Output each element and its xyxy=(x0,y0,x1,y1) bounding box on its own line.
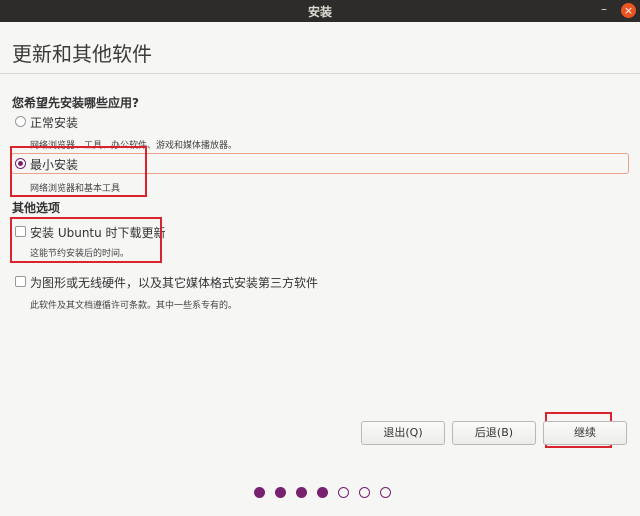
quit-button[interactable]: 退出(Q) xyxy=(361,421,445,445)
normal-install-label[interactable]: 正常安装 xyxy=(30,114,78,131)
minimal-install-highlight-box xyxy=(10,146,147,197)
progress-dot xyxy=(380,487,391,498)
continue-button[interactable]: 继续 xyxy=(543,421,627,445)
page-title: 更新和其他软件 xyxy=(12,42,152,66)
progress-dot xyxy=(296,487,307,498)
close-icon[interactable]: × xyxy=(621,3,636,18)
progress-dot xyxy=(275,487,286,498)
other-section-heading: 其他选项 xyxy=(12,201,61,215)
title-bar: 安装 – × xyxy=(0,0,640,22)
third-party-checkbox[interactable] xyxy=(15,276,26,287)
download-updates-highlight-box xyxy=(10,217,162,263)
window-title: 安装 xyxy=(307,5,332,19)
minimize-icon[interactable]: – xyxy=(598,3,610,16)
progress-dot xyxy=(359,487,370,498)
progress-dot xyxy=(254,487,265,498)
apps-section-heading: 您希望先安装哪些应用? xyxy=(12,96,139,110)
normal-install-radio[interactable] xyxy=(15,116,26,127)
third-party-label[interactable]: 为图形或无线硬件，以及其它媒体格式安装第三方软件 xyxy=(30,274,318,291)
third-party-description: 此软件及其文档遵循许可条款。其中一些系专有的。 xyxy=(30,301,238,311)
progress-dot xyxy=(317,487,328,498)
back-button[interactable]: 后退(B) xyxy=(452,421,536,445)
progress-dot xyxy=(338,487,349,498)
header-divider xyxy=(0,73,640,74)
